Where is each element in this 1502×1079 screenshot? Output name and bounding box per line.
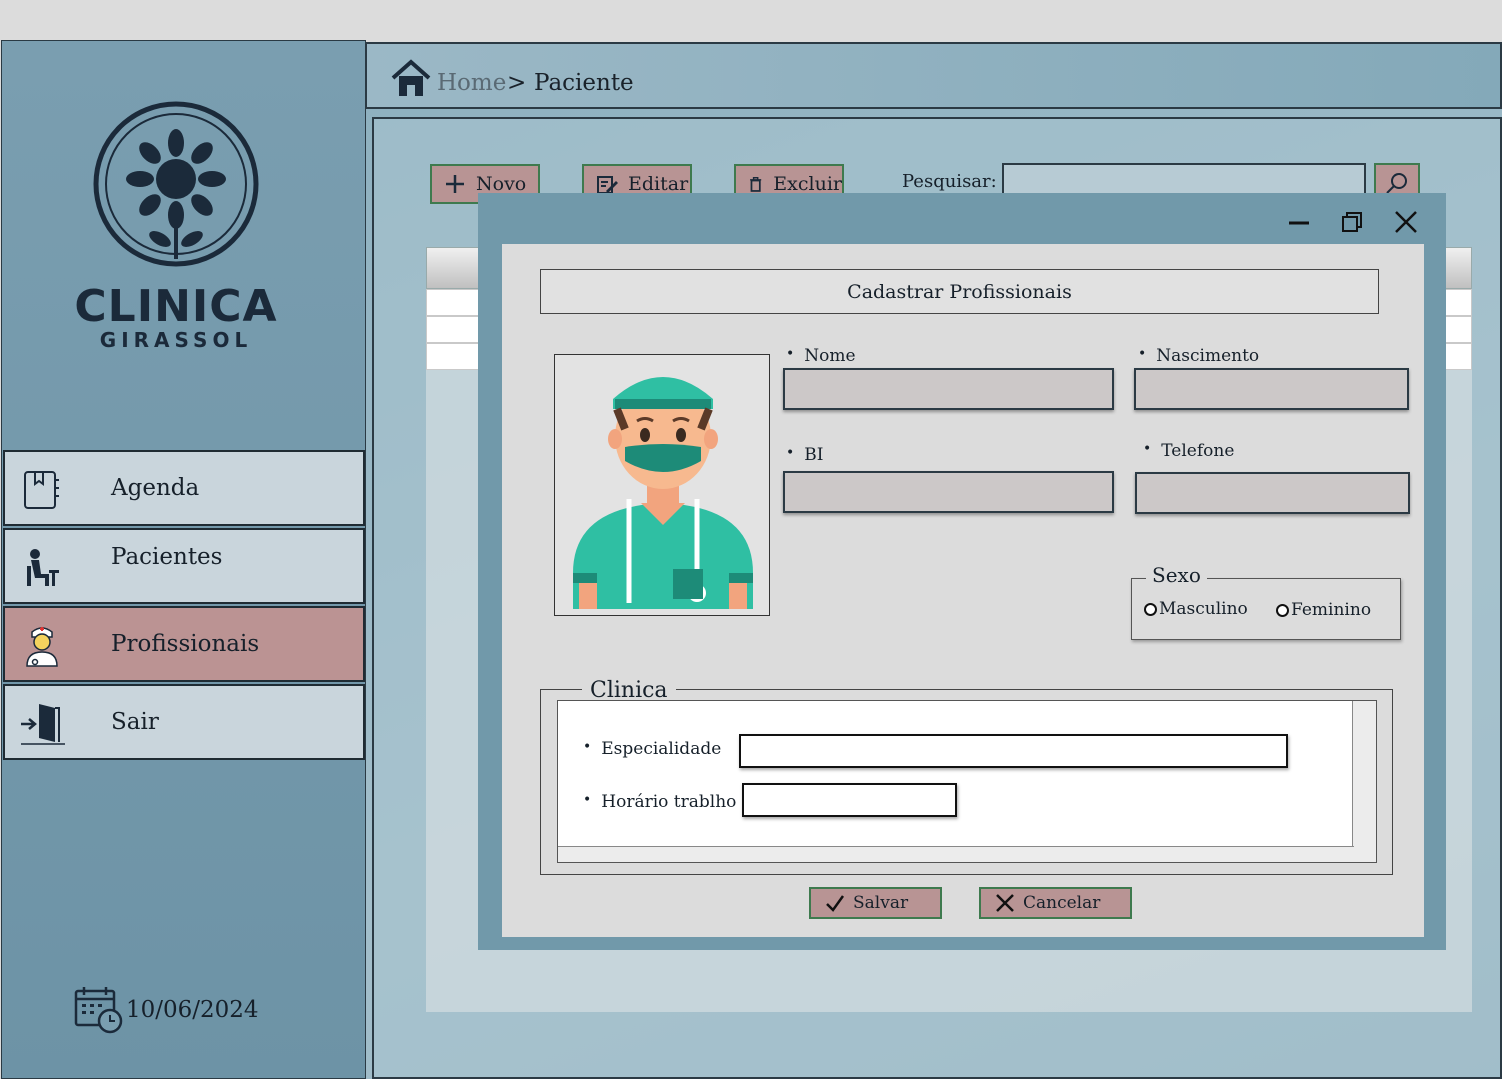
current-date: 10/06/2024 — [74, 985, 259, 1035]
radio-label: Feminino — [1291, 600, 1372, 620]
nome-input[interactable] — [783, 368, 1114, 410]
radio-feminino[interactable]: Feminino — [1276, 600, 1371, 620]
nascimento-label: • Nascimento — [1138, 346, 1260, 366]
nurse-icon — [26, 627, 58, 667]
plus-icon — [446, 175, 464, 193]
dialog-title: Cadastrar Profissionais — [540, 269, 1379, 314]
clinica-scroll-area: • Especialidade • Horário trablho — [557, 700, 1377, 863]
sidebar-item-label: Pacientes — [111, 544, 223, 570]
breadcrumb: Home > Paciente — [366, 42, 1502, 109]
trash-icon — [750, 177, 762, 192]
cancel-button[interactable]: Cancelar — [979, 887, 1132, 919]
horizontal-scrollbar[interactable] — [558, 846, 1354, 862]
horario-label: • Horário trablho — [583, 792, 737, 812]
radio-circle — [1276, 603, 1289, 617]
maximize-icon[interactable] — [1339, 209, 1365, 235]
horario-input[interactable] — [742, 783, 957, 817]
sidebar-item-label: Sair — [111, 709, 159, 735]
patient-icon — [27, 549, 59, 586]
sidebar: CLINICA GIRASSOL Agenda Pacientes Profis… — [1, 40, 366, 1079]
nome-label: • Nome — [786, 346, 856, 366]
nascimento-input[interactable] — [1134, 368, 1409, 410]
bi-label: • BI — [786, 445, 824, 465]
exit-door-icon — [21, 704, 65, 745]
breadcrumb-home[interactable]: Home — [437, 70, 506, 96]
bi-input[interactable] — [783, 471, 1114, 513]
close-icon[interactable] — [1393, 209, 1419, 235]
radio-masculino[interactable]: Masculino — [1144, 599, 1248, 619]
edit-icon — [597, 176, 618, 194]
edit-button-label: Editar — [628, 173, 689, 195]
minimize-icon[interactable] — [1286, 209, 1312, 235]
agenda-book-icon — [24, 471, 59, 509]
search-label: Pesquisar: — [902, 171, 997, 192]
radio-circle — [1144, 602, 1157, 616]
breadcrumb-separator: > — [507, 70, 527, 96]
home-icon[interactable] — [391, 58, 431, 98]
register-professional-dialog: Cadastrar Profissionais • Nome • Nascime… — [478, 193, 1446, 950]
logo-title: CLINICA — [74, 281, 278, 332]
doctor-avatar-icon — [573, 377, 753, 609]
sidebar-item-label: Agenda — [111, 475, 200, 501]
calendar-clock-icon — [74, 987, 123, 1034]
dialog-body: Cadastrar Profissionais • Nome • Nascime… — [502, 244, 1424, 937]
radio-label: Masculino — [1159, 599, 1248, 619]
telefone-input[interactable] — [1135, 472, 1410, 514]
sidebar-item-agenda[interactable]: Agenda — [3, 450, 365, 526]
save-button[interactable]: Salvar — [809, 887, 942, 919]
logo-text: CLINICA GIRASSOL — [66, 281, 286, 352]
sidebar-item-sair[interactable]: Sair — [3, 684, 365, 760]
cancel-x-icon — [996, 894, 1014, 912]
cancel-button-label: Cancelar — [1023, 893, 1101, 913]
sidebar-item-label: Profissionais — [111, 631, 260, 657]
sidebar-item-pacientes[interactable]: Pacientes — [3, 528, 365, 604]
telefone-label: • Telefone — [1143, 441, 1235, 461]
especialidade-input[interactable] — [739, 734, 1288, 768]
especialidade-label: • Especialidade — [583, 739, 722, 759]
professional-photo[interactable] — [554, 354, 770, 616]
sidebar-item-profissionais[interactable]: Profissionais — [3, 606, 365, 682]
breadcrumb-current: Paciente — [534, 70, 634, 96]
check-icon — [826, 895, 845, 912]
delete-button-label: Excluir — [773, 173, 842, 195]
sexo-legend: Sexo — [1146, 563, 1207, 587]
new-button-label: Novo — [476, 173, 527, 195]
date-text: 10/06/2024 — [126, 997, 259, 1023]
vertical-scrollbar[interactable] — [1352, 701, 1376, 862]
save-button-label: Salvar — [853, 893, 909, 913]
